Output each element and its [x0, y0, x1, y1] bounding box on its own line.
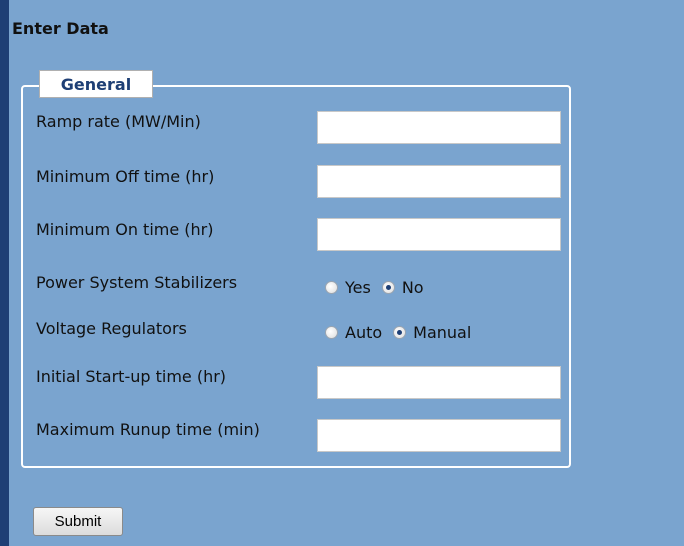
page-title: Enter Data	[12, 19, 109, 38]
pss-yes-label[interactable]: Yes	[345, 278, 371, 297]
initial-startup-time-input[interactable]	[317, 366, 561, 399]
pss-yes-radio[interactable]	[325, 281, 338, 294]
min-off-time-label: Minimum Off time (hr)	[36, 167, 215, 186]
max-runup-time-label: Maximum Runup time (min)	[36, 420, 260, 439]
vr-auto-label[interactable]: Auto	[345, 323, 382, 342]
vr-auto-radio[interactable]	[325, 326, 338, 339]
general-legend: General	[39, 70, 153, 98]
min-off-time-input[interactable]	[317, 165, 561, 198]
max-runup-time-input[interactable]	[317, 419, 561, 452]
pss-no-label[interactable]: No	[402, 278, 424, 297]
submit-button[interactable]: Submit	[33, 507, 123, 536]
min-on-time-label: Minimum On time (hr)	[36, 220, 214, 239]
vr-manual-radio[interactable]	[393, 326, 407, 339]
pss-label: Power System Stabilizers	[36, 273, 238, 292]
voltage-regulators-radio-group: Auto Manual	[325, 323, 482, 342]
initial-startup-time-label: Initial Start-up time (hr)	[36, 367, 227, 386]
ramp-rate-input[interactable]	[317, 111, 561, 144]
pss-radio-group: Yes No	[325, 278, 435, 297]
pss-no-radio[interactable]	[381, 281, 395, 294]
left-border	[0, 0, 9, 546]
min-on-time-input[interactable]	[317, 218, 561, 251]
vr-manual-label[interactable]: Manual	[413, 323, 471, 342]
voltage-regulators-label: Voltage Regulators	[36, 319, 187, 338]
ramp-rate-label: Ramp rate (MW/Min)	[36, 112, 201, 131]
